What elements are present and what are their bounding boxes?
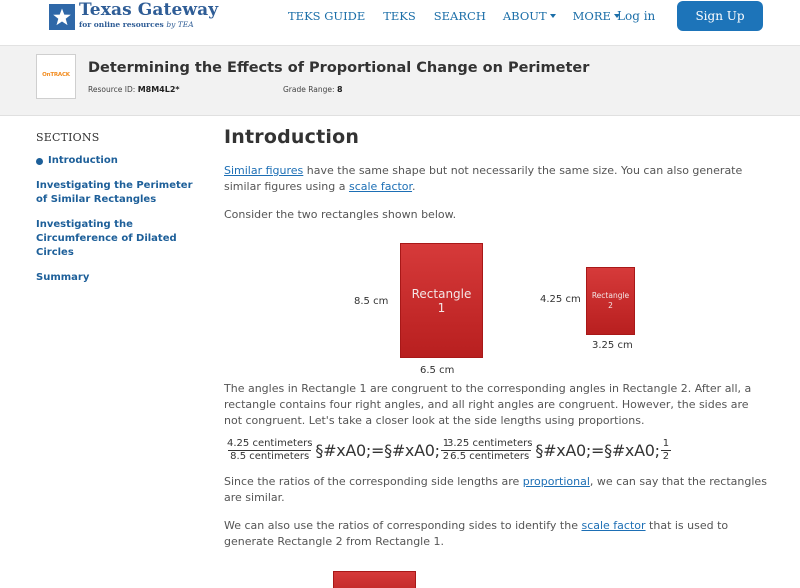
nav-teks[interactable]: TEKS (383, 9, 416, 23)
equals-glyph: §#xA0;=§#xA0; (535, 441, 660, 460)
resource-title: Determining the Effects of Proportional … (88, 60, 590, 76)
top-header: Texas Gateway for online resources by TE… (0, 0, 800, 46)
scale-factor-link-2[interactable]: scale factor (581, 519, 645, 532)
sidebar-item-circumference[interactable]: Investigating the Circumference of Dilat… (36, 218, 206, 260)
rectangle-1: Rectangle 1 (400, 243, 483, 358)
proportional-link[interactable]: proportional (523, 475, 590, 488)
nav-more[interactable]: MORE (573, 9, 620, 23)
rectangle-figure-partial (333, 571, 416, 588)
nav-teks-guide[interactable]: TEKS GUIDE (288, 9, 365, 23)
fraction: 1 2 (660, 438, 672, 462)
ontrack-badge: OnTRACK (36, 54, 76, 99)
main-nav: TEKS GUIDE TEKS SEARCH ABOUT MORE (288, 9, 620, 23)
logo-subtitle: for online resources by TEA (79, 20, 194, 29)
proportional-paragraph: Since the ratios of the corresponding si… (224, 475, 767, 504)
texas-gateway-logo[interactable]: Texas Gateway for online resources by TE… (49, 2, 218, 32)
sidebar-item-introduction[interactable]: Introduction (36, 154, 206, 168)
ratio-equation-2: 3.25 centimeters 6.5 centimeters §#xA0;=… (445, 438, 672, 463)
active-dot-icon (36, 157, 43, 165)
rect2-width-label: 3.25 cm (592, 340, 633, 351)
ratio-equation-1: 4.25 centimeters 8.5 centimeters §#xA0;=… (225, 438, 452, 463)
sections-heading: SECTIONS (36, 131, 100, 144)
equals-glyph: §#xA0;=§#xA0; (315, 441, 440, 460)
resource-id: Resource ID: M8M4L2* (88, 85, 180, 94)
fraction: 4.25 centimeters 8.5 centimeters (227, 438, 313, 462)
logo-title: Texas Gateway (79, 0, 219, 20)
rectangle-2: Rectangle 2 (586, 267, 635, 335)
login-link[interactable]: Log in (617, 9, 655, 23)
angles-paragraph: The angles in Rectangle 1 are congruent … (224, 382, 752, 427)
ontrack-logo: OnTRACK (42, 71, 70, 78)
scale-factor-paragraph: We can also use the ratios of correspond… (224, 519, 729, 548)
chevron-down-icon (549, 14, 556, 18)
rect1-height-label: 8.5 cm (354, 296, 389, 307)
rect2-height-label: 4.25 cm (540, 294, 581, 305)
main-content: Introduction (224, 126, 769, 148)
intro-paragraph: Similar figures have the same shape but … (224, 164, 743, 193)
similar-figures-link[interactable]: Similar figures (224, 164, 303, 177)
sidebar-item-perimeter[interactable]: Investigating the Perimeter of Similar R… (36, 179, 206, 207)
signup-button[interactable]: Sign Up (677, 1, 763, 31)
star-icon (49, 4, 75, 30)
fraction: 3.25 centimeters 6.5 centimeters (447, 438, 533, 462)
grade-range: Grade Range: 8 (283, 85, 343, 94)
sidebar-item-summary[interactable]: Summary (36, 271, 206, 285)
nav-about[interactable]: ABOUT (503, 9, 556, 23)
resource-header: OnTRACK Determining the Effects of Propo… (0, 46, 800, 116)
nav-search[interactable]: SEARCH (434, 9, 486, 23)
sections-sidebar: SECTIONS Introduction Investigating the … (36, 131, 206, 285)
scale-factor-link[interactable]: scale factor (349, 180, 412, 193)
consider-paragraph: Consider the two rectangles shown below. (224, 208, 457, 221)
page-title: Introduction (224, 126, 360, 148)
rect1-width-label: 6.5 cm (420, 365, 455, 376)
